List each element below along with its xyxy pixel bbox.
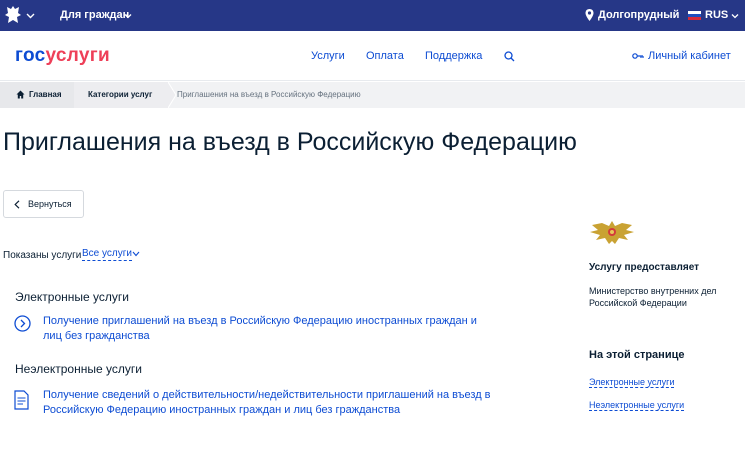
breadcrumb-home[interactable]: Главная <box>0 82 74 108</box>
services-filter-select[interactable]: Все услуги <box>82 248 132 261</box>
location-selector[interactable]: Долгопрудный <box>598 9 679 21</box>
coat-of-arms-icon[interactable] <box>4 4 22 26</box>
nav-payment[interactable]: Оплата <box>366 50 404 62</box>
nav-support[interactable]: Поддержка <box>425 50 482 62</box>
main-header: госуслуги Услуги Оплата Поддержка Личный… <box>0 31 745 81</box>
search-icon[interactable] <box>504 51 515 62</box>
provider-name: Министерство внутренних дел Российской Ф… <box>589 286 717 308</box>
audience-selector[interactable]: Для граждан <box>60 9 129 21</box>
chevron-down-icon[interactable] <box>26 11 35 20</box>
section-heading-electronic: Электронные услуги <box>15 290 129 304</box>
chevron-down-icon[interactable] <box>731 12 739 20</box>
chevron-down-icon[interactable] <box>124 12 132 20</box>
mvd-emblem-icon <box>590 221 634 244</box>
nav-services[interactable]: Услуги <box>311 50 345 62</box>
russian-flag-icon <box>688 11 701 20</box>
breadcrumb-home-label: Главная <box>29 90 62 99</box>
breadcrumb-categories[interactable]: Категории услуг <box>74 82 168 108</box>
service-link-electronic[interactable]: Получение приглашений на въезд в Российс… <box>43 314 493 344</box>
breadcrumb-current: Приглашения на въезд в Российскую Федера… <box>177 90 361 99</box>
back-button-label: Вернуться <box>28 199 72 209</box>
services-filter-label: Показаны услуги <box>3 250 82 261</box>
back-button[interactable]: Вернуться <box>3 190 84 218</box>
on-page-heading: На этой странице <box>589 349 685 361</box>
key-icon[interactable] <box>632 52 644 60</box>
chevron-left-icon <box>14 200 20 209</box>
anchor-non-electronic-services[interactable]: Неэлектронные услуги <box>589 400 685 411</box>
logo-part-uslugi: услуги <box>45 45 110 66</box>
arrow-circle-icon[interactable] <box>14 315 31 332</box>
document-icon[interactable] <box>14 390 29 410</box>
chevron-down-icon[interactable] <box>132 251 140 257</box>
anchor-electronic-services[interactable]: Электронные услуги <box>589 377 675 388</box>
personal-account-link[interactable]: Личный кабинет <box>648 50 731 62</box>
home-icon <box>16 90 25 99</box>
page-title: Приглашения на въезд в Российскую Федера… <box>3 128 577 156</box>
service-link-non-electronic[interactable]: Получение сведений о действительности/не… <box>43 388 493 418</box>
gosuslugi-logo[interactable]: госуслуги <box>15 45 110 67</box>
location-pin-icon <box>585 9 594 21</box>
top-bar: Для граждан Долгопрудный RUS <box>0 0 745 31</box>
breadcrumb: Главная Категории услуг Приглашения на в… <box>0 82 745 108</box>
language-selector[interactable]: RUS <box>705 9 728 21</box>
logo-part-gos: гос <box>15 45 46 66</box>
section-heading-non-electronic: Неэлектронные услуги <box>15 362 142 376</box>
provider-heading: Услугу предоставляет <box>589 262 700 273</box>
